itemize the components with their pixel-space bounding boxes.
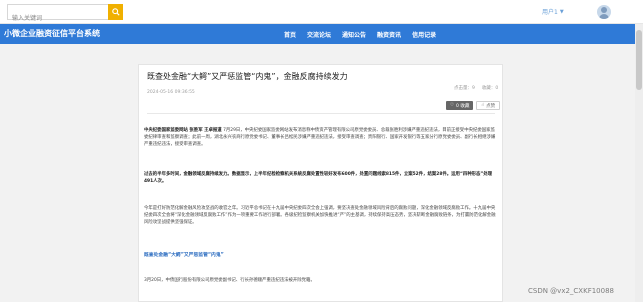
nav-item-home[interactable]: 首页	[284, 30, 296, 39]
heart-icon: ♡	[450, 103, 455, 108]
search-icon	[111, 8, 120, 16]
main-navbar: 小微企业融资征信平台系统 首页 交流论坛 通知公告 融资资讯 信用记录	[0, 24, 643, 44]
article-date: 2024-05-16 09:36:55	[147, 90, 195, 95]
article-title: 既查处金融“大鳄”又严惩监管“内鬼”，金融反腐持续发力	[147, 72, 348, 81]
paragraph-lead: 中央纪委国家监委网站 张胜军 王卓报道	[144, 128, 222, 133]
article-paragraph: 3月20日，中债国行股份有限公司原党委副书记、行长孙德顺严重违纪违法被开除党籍。	[144, 278, 315, 283]
related-article-link[interactable]: 既查处金融“大鳄”又严惩监管“内鬼”	[144, 251, 224, 258]
top-bar: 用户1 ▼	[0, 0, 643, 26]
watermark: CSDN @vx2_CXKF10088	[528, 287, 614, 295]
nav-item-notice[interactable]: 通知公告	[342, 30, 366, 39]
search-box	[7, 4, 123, 26]
divider	[147, 113, 495, 114]
username: 用户1	[542, 9, 558, 16]
user-menu[interactable]: 用户1 ▼	[542, 7, 564, 17]
scrollbar[interactable]	[635, 24, 643, 302]
like-button[interactable]: ☝ 点赞	[476, 101, 501, 110]
site-brand[interactable]: 小微企业融资征信平台系统	[4, 28, 100, 39]
article-paragraph: 中央纪委国家监委网站 张胜军 王卓报道 7月29日，中央纪委国家监委网站发布消息…	[144, 127, 496, 148]
nav-item-credit[interactable]: 信用记录	[412, 30, 436, 39]
collect-button[interactable]: ♡ 0 收藏	[446, 101, 474, 110]
avatar[interactable]	[597, 5, 611, 19]
chevron-down-icon: ▼	[559, 8, 564, 15]
like-label: 点赞	[486, 103, 496, 109]
scrollbar-thumb[interactable]	[636, 30, 642, 90]
nav-item-news[interactable]: 融资资讯	[377, 30, 401, 39]
search-button[interactable]	[108, 4, 123, 20]
article-actions: ♡ 0 收藏 ☝ 点赞	[446, 101, 501, 110]
article-paragraph: 今年是打好防范化解金融风险攻坚战的收官之年。习近平总书记在十九届中央纪委四次全会…	[144, 206, 496, 225]
views-count: 点击量：9	[454, 86, 475, 91]
thumb-icon: ☝	[481, 103, 485, 108]
article-meta: 点击量：9 收藏：0	[454, 85, 498, 91]
nav-item-forum[interactable]: 交流论坛	[307, 30, 331, 39]
collect-label: 0 收藏	[456, 103, 470, 109]
favs-count: 收藏：0	[481, 86, 499, 91]
nav-menu: 首页 交流论坛 通知公告 融资资讯 信用记录	[284, 30, 436, 39]
article-paragraph-highlight: 过去的半年多时间，金融领域反腐持续发力。数据显示，上半年纪检检察机关系统反腐处置…	[144, 172, 493, 184]
article-card: 既查处金融“大鳄”又严惩监管“内鬼”，金融反腐持续发力 点击量：9 收藏：0 20…	[138, 64, 503, 302]
